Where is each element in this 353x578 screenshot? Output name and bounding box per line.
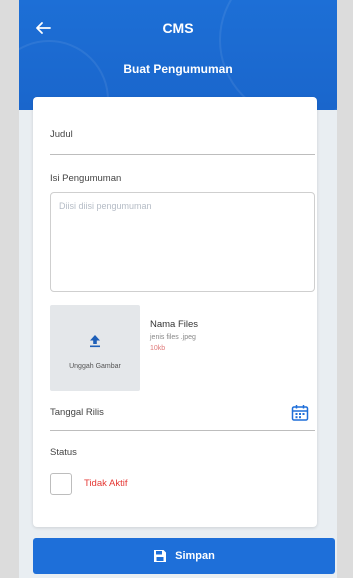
app-title: CMS bbox=[162, 20, 194, 36]
isi-pengumuman-label: Isi Pengumuman bbox=[50, 173, 122, 184]
phone-screen: CMS Buat Pengumuman Judul Isi Pengumuman… bbox=[19, 0, 337, 578]
app-header: CMS Buat Pengumuman bbox=[19, 0, 337, 110]
isi-pengumuman-placeholder: Diisi diisi pengumuman bbox=[59, 201, 152, 211]
status-checkbox[interactable] bbox=[50, 473, 72, 495]
header-decoration bbox=[219, 0, 337, 110]
file-type: jenis files .jpeg bbox=[150, 334, 196, 341]
isi-pengumuman-textarea[interactable]: Diisi diisi pengumuman bbox=[50, 192, 315, 292]
save-button-label: Simpan bbox=[175, 550, 215, 562]
status-label: Status bbox=[50, 447, 77, 458]
page-title: Buat Pengumuman bbox=[123, 62, 233, 76]
file-size: 10kb bbox=[150, 345, 166, 352]
tanggal-rilis-input[interactable] bbox=[50, 430, 315, 431]
upload-icon bbox=[90, 335, 100, 348]
form-card: Judul Isi Pengumuman Diisi diisi pengumu… bbox=[33, 97, 317, 527]
upload-image-label: Unggah Gambar bbox=[69, 363, 121, 370]
status-value: Tidak Aktif bbox=[84, 478, 128, 489]
tanggal-rilis-label: Tanggal Rilis bbox=[50, 407, 104, 418]
calendar-icon[interactable] bbox=[290, 403, 310, 423]
judul-label: Judul bbox=[50, 129, 73, 140]
upload-image-button[interactable]: Unggah Gambar bbox=[50, 305, 140, 391]
save-button[interactable]: Simpan bbox=[33, 538, 335, 574]
file-name: Nama Files bbox=[150, 319, 199, 330]
save-icon bbox=[154, 550, 167, 562]
judul-input[interactable] bbox=[50, 154, 315, 155]
